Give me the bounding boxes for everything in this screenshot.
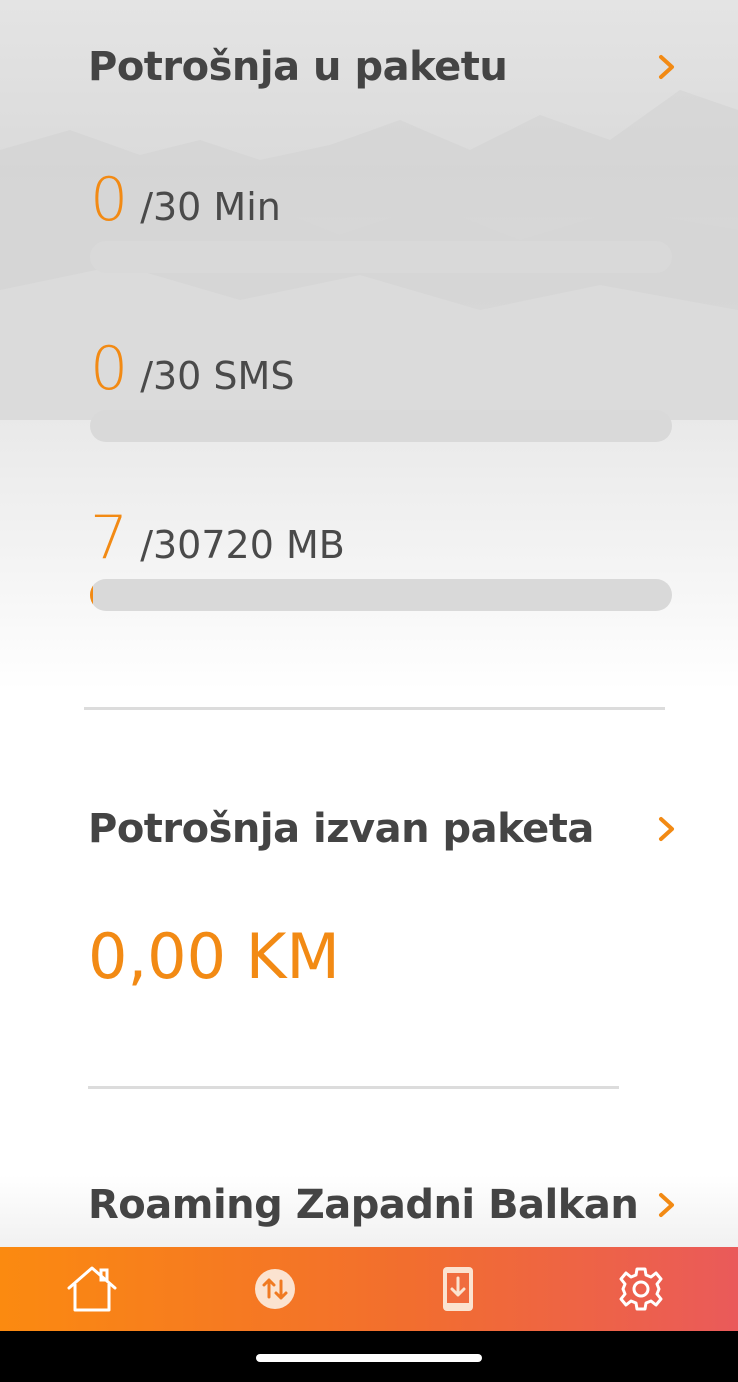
home-gesture-pill[interactable] — [256, 1354, 482, 1362]
minutes-limit: /30 Min — [140, 185, 281, 229]
bottom-navigation — [0, 1247, 738, 1331]
settings-gear-icon — [619, 1267, 663, 1311]
section-divider — [84, 707, 665, 710]
nav-phone-download[interactable] — [418, 1247, 498, 1331]
usage-minutes: 0 /30 Min — [90, 165, 672, 273]
out-of-package-title: Potrošnja izvan paketa — [88, 806, 594, 852]
roaming-header[interactable]: Roaming Zapadni Balkan — [88, 1182, 678, 1228]
nav-home[interactable] — [52, 1247, 132, 1331]
usage-data: 7 /30720 MB — [90, 503, 672, 611]
nav-transfer[interactable] — [235, 1247, 315, 1331]
package-usage-title: Potrošnja u paketu — [88, 44, 508, 90]
minutes-used: 0 — [90, 165, 129, 235]
roaming-title: Roaming Zapadni Balkan — [88, 1182, 639, 1228]
chevron-right-icon[interactable] — [656, 814, 678, 844]
chevron-right-icon[interactable] — [656, 1190, 678, 1220]
transfer-icon — [255, 1269, 295, 1309]
usage-sms: 0 /30 SMS — [90, 334, 672, 442]
out-of-package-amount: 0,00 KM — [88, 920, 340, 993]
chevron-right-icon[interactable] — [656, 52, 678, 82]
minutes-progress-bar — [90, 241, 672, 273]
sms-progress-bar — [90, 410, 672, 442]
sms-limit: /30 SMS — [140, 354, 295, 398]
home-icon — [67, 1266, 117, 1312]
out-of-package-header[interactable]: Potrošnja izvan paketa — [88, 806, 678, 852]
data-progress-bar — [90, 579, 672, 611]
section-divider — [88, 1086, 619, 1089]
data-progress-fill — [90, 579, 94, 611]
data-limit: /30720 MB — [140, 523, 345, 567]
system-navigation-bar — [0, 1331, 738, 1382]
sms-used: 0 — [90, 334, 129, 404]
phone-download-icon — [443, 1267, 473, 1311]
package-usage-header[interactable]: Potrošnja u paketu — [88, 44, 678, 90]
data-used: 7 — [90, 503, 129, 573]
nav-settings[interactable] — [601, 1247, 681, 1331]
